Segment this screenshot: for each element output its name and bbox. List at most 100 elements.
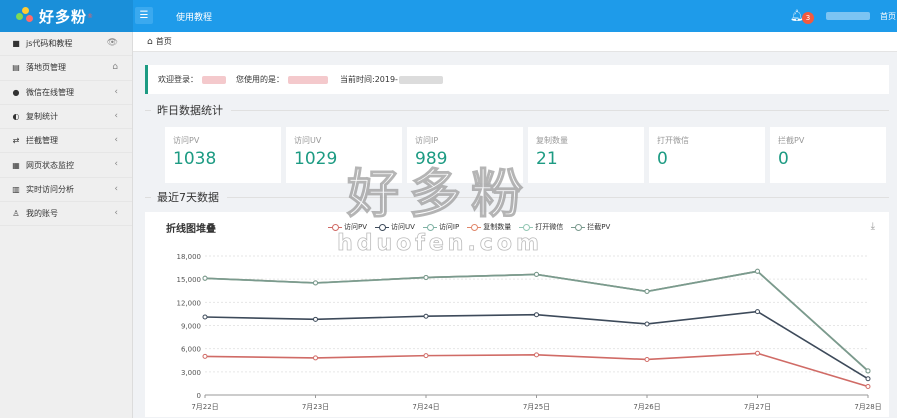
legend-item[interactable]: 复制数量: [467, 222, 511, 232]
swap-icon: ⇄: [12, 136, 20, 146]
y-tick-label: 3,000: [181, 369, 201, 377]
sidebar-item[interactable]: ● 微信在线管理 ‹: [0, 81, 132, 105]
stat-value: 0: [778, 149, 789, 169]
y-tick-label: 6,000: [181, 346, 201, 354]
breadcrumb: ⌂ 首页: [133, 32, 897, 52]
welcome-bar: 欢迎登录： 您使用的是： 当前时间:2019-: [145, 65, 889, 94]
legend-marker: [375, 224, 390, 231]
data-point: [755, 268, 760, 274]
legend-label: 访问PV: [344, 223, 368, 231]
x-tick-label: 7月26日: [633, 403, 660, 411]
series-line: [204, 352, 869, 388]
data-point: [534, 271, 539, 277]
chevron-left-icon: ‹: [114, 208, 118, 219]
legend-item[interactable]: 打开微信: [519, 222, 563, 232]
chart-panel: 0 3,000 6,000 9,000 12,000 15,000 18,000 7月22日 7…: [145, 212, 889, 417]
y-tick-label: 0: [197, 392, 201, 400]
line-chart: 0 3,000 6,000 9,000 12,000 15,000 18,000 7月22日 7…: [177, 253, 882, 411]
logo-registered-mark: ®: [87, 12, 94, 20]
welcome-using: 您使用的是：: [236, 75, 284, 84]
sidebar-item[interactable]: ◐ 复制统计 ‹: [0, 105, 132, 130]
y-tick-label: 15,000: [177, 276, 202, 284]
week-stats-title: 最近7天数据: [145, 189, 889, 205]
hamburger-icon: ☰: [139, 10, 149, 21]
legend-item[interactable]: 访问IP: [422, 222, 460, 232]
tutorial-link[interactable]: 使用教程: [176, 10, 212, 23]
sidebar-item-label: 网页状态监控: [26, 160, 74, 170]
x-tick-label: 7月27日: [744, 403, 771, 411]
sidebar-item[interactable]: ■ js代码和教程 👁: [0, 32, 132, 57]
user-name-redacted: [202, 75, 226, 84]
legend-item[interactable]: 访问PV: [328, 222, 367, 232]
data-point: [644, 321, 650, 327]
username[interactable]: [826, 12, 870, 20]
data-point: [644, 356, 650, 362]
sidebar-item-label: 微信在线管理: [26, 87, 74, 97]
bar-chart-icon: ▥: [12, 184, 20, 194]
sidebar-item-label: 拦截管理: [26, 136, 58, 146]
data-point: [313, 280, 318, 286]
legend-label: 访问UV: [391, 223, 415, 231]
sidebar-item[interactable]: ⇄ 拦截管理 ‹: [0, 129, 132, 154]
data-point: [755, 350, 760, 356]
sidebar-item[interactable]: ▤ 落地页管理 ⌂: [0, 56, 132, 81]
sidebar-item[interactable]: ▥ 实时访问分析 ‹: [0, 178, 132, 203]
stat-label: 复制数量: [536, 136, 568, 145]
notification-badge: 3: [802, 12, 814, 24]
series-line: [204, 310, 869, 380]
data-point: [644, 288, 650, 294]
download-icon[interactable]: ⤓: [871, 221, 875, 232]
yesterday-stats-title: 昨日数据统计: [145, 102, 889, 118]
sidebar-item-label: 落地页管理: [26, 63, 66, 73]
legend-marker: [422, 224, 437, 231]
sidebar-item-label: 我的账号: [26, 209, 58, 219]
breadcrumb-home[interactable]: 首页: [156, 36, 172, 47]
stat-label: 打开微信: [657, 136, 689, 145]
yesterday-stats: 访问PV 1038 访问UV 1029 访问IP 989 复制数量 21 打开微信 0 拦截PV 0: [165, 127, 897, 183]
sidebar: ■ js代码和教程 👁 ▤ 落地页管理 ⌂ ● 微信在线管理 ‹ ◐ 复制统计 ‹ ⇄ 拦截管理 ‹ ▦ 网页状…: [0, 32, 133, 418]
time-redacted: [398, 75, 443, 84]
data-point: [423, 353, 429, 359]
stat-label: 拦截PV: [778, 136, 805, 145]
sidebar-item[interactable]: ▦ 网页状态监控 ‹: [0, 153, 132, 178]
stat-label: 访问IP: [415, 136, 439, 145]
stat-value: 0: [657, 149, 668, 169]
x-tick-label: 7月23日: [302, 403, 329, 411]
x-tick-label: 7月28日: [854, 403, 881, 411]
user-icon: ♙: [12, 209, 20, 219]
data-point: [755, 309, 760, 315]
bookmark-icon: ■: [12, 39, 20, 49]
legend-label: 访问IP: [438, 223, 460, 231]
chart-legend: 访问PV 访问UV 访问IP 复制数量 打开微信 拦截PV: [328, 222, 618, 232]
chevron-left-icon: ‹: [114, 183, 118, 194]
legend-item[interactable]: 拦截PV: [571, 222, 610, 232]
home-link[interactable]: 首页: [880, 11, 896, 22]
data-point: [423, 313, 429, 319]
stat-value: 1038: [173, 149, 217, 169]
legend-label: 复制数量: [483, 223, 512, 231]
y-tick-label: 18,000: [177, 253, 202, 261]
pie-icon: ◐: [12, 112, 20, 122]
stat-card: 拦截PV 0: [770, 127, 886, 183]
data-point: [865, 376, 871, 382]
top-bar: 好多粉 ® ☰ 使用教程 🔔︎ 3 首页: [0, 0, 897, 32]
stat-card: 访问IP 989: [407, 127, 523, 183]
legend-marker: [571, 224, 586, 231]
x-tick-label: 7月24日: [412, 403, 439, 411]
stat-label: 访问PV: [173, 136, 200, 145]
sidebar-item-label: 实时访问分析: [26, 184, 74, 194]
stat-label: 访问UV: [294, 136, 322, 145]
sidebar-item[interactable]: ♙ 我的账号 ‹: [0, 202, 132, 227]
stat-card: 复制数量 21: [528, 127, 644, 183]
y-tick-label: 12,000: [177, 299, 202, 307]
data-point: [423, 274, 429, 280]
data-point: [313, 355, 318, 361]
eye-icon: 👁: [106, 38, 118, 48]
home-icon: ⌂: [147, 36, 153, 47]
wechat-icon: ●: [12, 87, 20, 97]
stat-value: 989: [415, 149, 448, 169]
legend-item[interactable]: 访问UV: [375, 222, 415, 232]
menu-toggle-button[interactable]: ☰: [135, 7, 153, 24]
logo[interactable]: 好多粉 ®: [0, 0, 133, 32]
logo-text: 好多粉: [39, 7, 88, 26]
